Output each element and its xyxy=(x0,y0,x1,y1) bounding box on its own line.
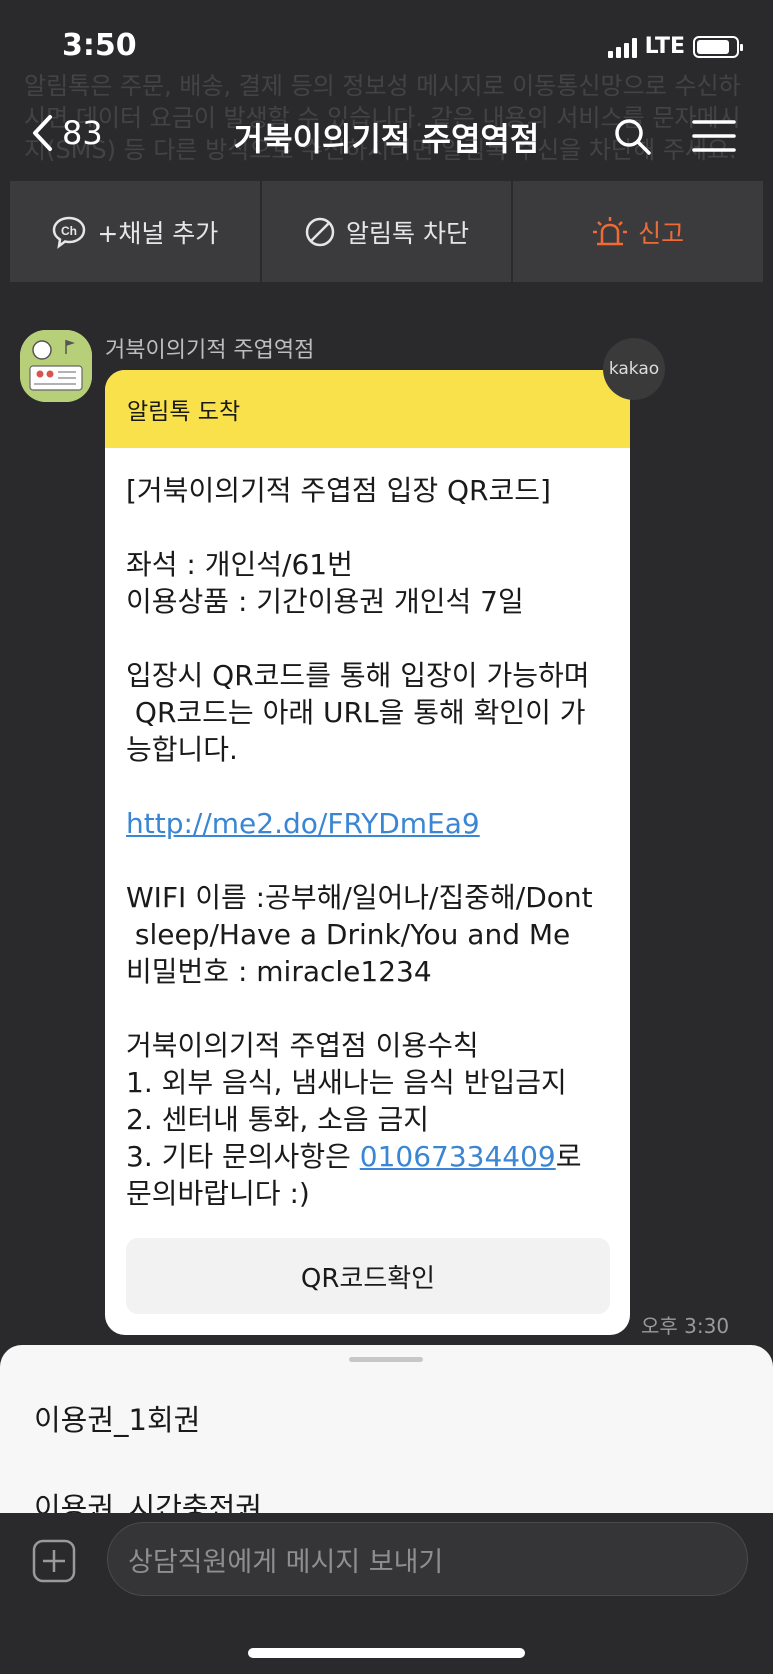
channel-action-bar: Ch +채널 추가 알림톡 차단 신고 xyxy=(10,181,763,282)
kakao-badge: kakao xyxy=(603,338,665,400)
rule-3-prefix: 3. 기타 문의사항은 xyxy=(126,1140,360,1173)
password-line: 비밀번호 : miracle1234 xyxy=(126,955,432,988)
rule-2: 2. 센터내 통화, 소음 금지 xyxy=(126,1103,430,1136)
message-input-bar: 상담직원에게 메시지 보내기 xyxy=(0,1513,773,1674)
entry-line-3: 능합니다. xyxy=(126,733,238,766)
signal-icon xyxy=(607,36,637,58)
chat-title: 거북이의기적 주엽역점 xyxy=(233,120,540,158)
message-time: 오후 3:30 xyxy=(641,1314,730,1338)
siren-icon xyxy=(593,216,628,245)
seat-line: 좌석 : 개인석/61번 xyxy=(126,548,353,581)
plus-icon[interactable] xyxy=(32,1539,76,1583)
add-channel-label: +채널 추가 xyxy=(97,218,219,248)
report-button[interactable]: 신고 xyxy=(513,181,763,282)
block-alimtalk-button[interactable]: 알림톡 차단 xyxy=(262,181,514,282)
product-line: 이용상품 : 기간이용권 개인석 7일 xyxy=(126,585,524,618)
message-title-line: [거북이의기적 주엽점 입장 QR코드] xyxy=(126,474,551,507)
battery-level xyxy=(697,39,730,54)
entry-line-2: QR코드는 아래 URL을 통해 확인이 가 xyxy=(126,696,586,729)
sender-name: 거북이의기적 주엽역점 xyxy=(105,338,315,363)
alimtalk-message-bubble: 알림톡 도착 [거북이의기적 주엽점 입장 QR코드] 좌석 : 개인석/61번… xyxy=(105,370,630,1335)
network-label: LTE xyxy=(644,34,685,59)
chat-header: 83 거북이의기적 주엽역점 xyxy=(0,100,773,174)
bubble-header: 알림톡 도착 xyxy=(105,370,630,448)
sheet-item-one-time-pass[interactable]: 이용권_1회권 xyxy=(34,1397,200,1439)
menu-icon[interactable] xyxy=(692,118,736,154)
home-indicator xyxy=(248,1648,525,1658)
rules-title: 거북이의기적 주엽점 이용수칙 xyxy=(126,1029,479,1062)
rule-1: 1. 외부 음식, 냄새나는 음식 반입금지 xyxy=(126,1066,567,1099)
avatar[interactable] xyxy=(20,330,92,402)
wifi-line-1: WIFI 이름 :공부해/일어나/집중해/Dont xyxy=(126,881,593,914)
block-label: 알림톡 차단 xyxy=(346,218,469,248)
rule-3-suffix: 로 xyxy=(555,1140,582,1173)
channel-icon: Ch xyxy=(53,216,86,249)
block-icon xyxy=(305,217,335,246)
message-body: [거북이의기적 주엽점 입장 QR코드] 좌석 : 개인석/61번 이용상품 :… xyxy=(105,448,630,1212)
battery-icon xyxy=(693,35,743,58)
turtle-logo-icon xyxy=(20,330,92,402)
search-icon[interactable] xyxy=(612,116,652,156)
qr-check-button[interactable]: QR코드확인 xyxy=(126,1238,610,1314)
message-input[interactable]: 상담직원에게 메시지 보내기 xyxy=(107,1522,748,1596)
wifi-line-2: sleep/Have a Drink/You and Me xyxy=(126,918,571,951)
sheet-item-time-charge-pass[interactable]: 이용권_시간충전권 xyxy=(34,1485,262,1513)
qr-url-link[interactable]: http://me2.do/FRYDmEa9 xyxy=(126,807,480,840)
add-channel-button[interactable]: Ch +채널 추가 xyxy=(10,181,262,282)
rule-3-end: 문의바랍니다 :) xyxy=(126,1177,310,1210)
entry-line-1: 입장시 QR코드를 통해 입장이 가능하며 xyxy=(126,659,590,692)
quick-reply-sheet: 이용권_1회권 이용권_시간충전권 xyxy=(0,1345,773,1513)
sheet-handle[interactable] xyxy=(349,1357,423,1362)
status-time: 3:50 xyxy=(62,28,137,63)
status-indicators: LTE xyxy=(607,34,743,59)
report-label: 신고 xyxy=(638,218,685,248)
phone-link[interactable]: 01067334409 xyxy=(360,1140,556,1173)
rule-3: 3. 기타 문의사항은 01067334409로 xyxy=(126,1138,610,1175)
svg-text:Ch: Ch xyxy=(61,224,77,238)
